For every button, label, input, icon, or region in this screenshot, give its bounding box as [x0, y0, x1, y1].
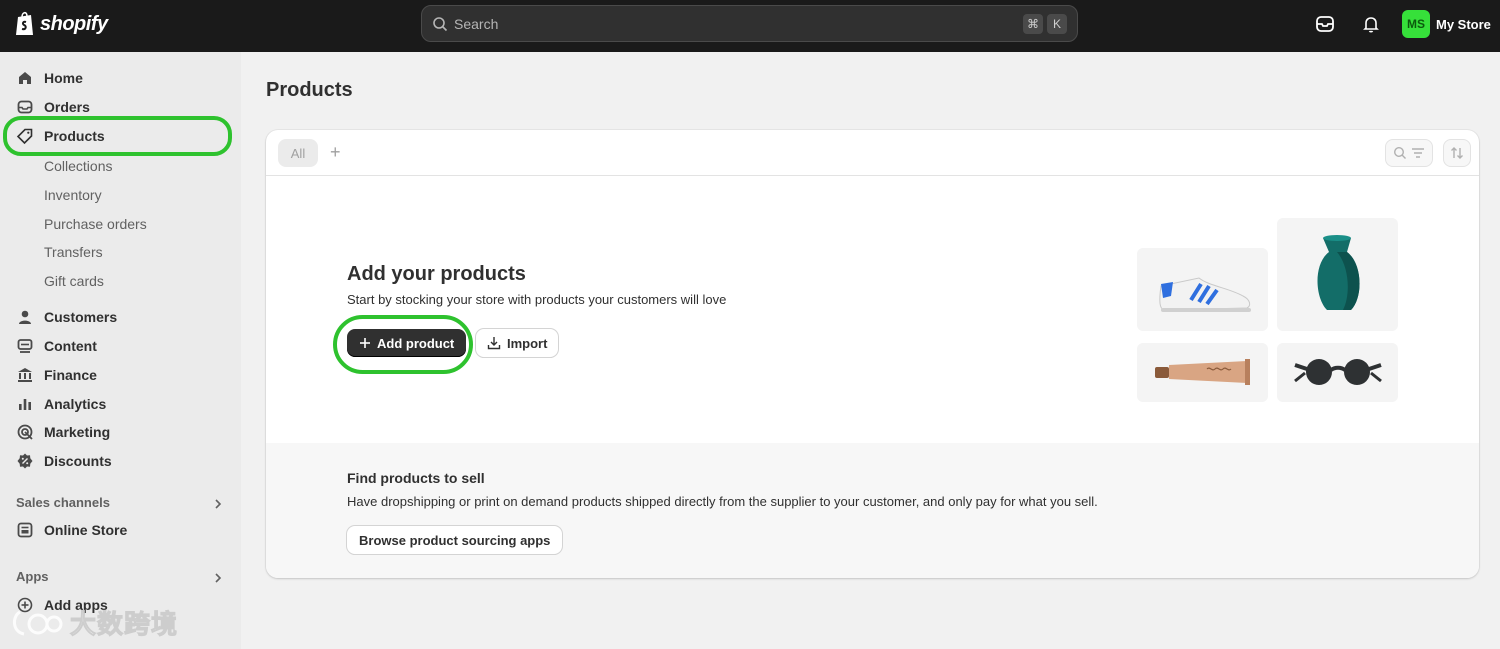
store-name: My Store — [1436, 16, 1491, 32]
browse-sourcing-apps-button[interactable]: Browse product sourcing apps — [347, 526, 563, 554]
store-icon — [17, 522, 33, 538]
bar-chart-icon — [19, 399, 31, 410]
find-products-description: Have dropshipping or print on demand pro… — [347, 494, 1098, 509]
sidebar-item-label: Home — [44, 70, 83, 86]
illustration-tile-sneaker — [1137, 248, 1268, 331]
bank-icon — [18, 368, 32, 382]
sidebar-subitem-purchase-orders[interactable]: Purchase orders — [44, 216, 147, 232]
sidebar-item-label: Customers — [44, 309, 118, 325]
sidebar-item-marketing[interactable]: Marketing — [16, 420, 110, 444]
sidebar-item-label: Finance — [44, 367, 97, 383]
import-icon — [487, 337, 501, 350]
brand-name: shopify — [40, 12, 108, 35]
sort-icon — [1451, 147, 1463, 159]
shopify-bag-icon — [16, 11, 33, 35]
chevron-right-icon[interactable] — [212, 572, 224, 584]
sidebar-item-label: Content — [44, 338, 97, 354]
search-bar[interactable]: Search ⌘ K — [421, 5, 1078, 42]
sidebar-item-finance[interactable]: Finance — [16, 363, 97, 387]
highlight-ring-products — [3, 116, 232, 156]
store-menu[interactable]: MS My Store — [1402, 10, 1491, 38]
sidebar-item-label: Discounts — [44, 453, 112, 469]
sidebar-item-label: Orders — [44, 99, 90, 115]
sidebar-item-discounts[interactable]: Discounts — [16, 449, 112, 473]
search-icon — [433, 16, 448, 31]
watermark: 大数跨境 — [10, 604, 178, 641]
sidebar-item-content[interactable]: Content — [16, 334, 97, 358]
illustration-tile-sunglasses — [1277, 343, 1398, 402]
sidebar-subitem-inventory[interactable]: Inventory — [44, 187, 102, 203]
find-products-section: Find products to sell Have dropshipping … — [266, 443, 1479, 578]
sort-button[interactable] — [1443, 139, 1471, 167]
sidebar-subitem-collections[interactable]: Collections — [44, 158, 112, 174]
sunglasses-icon — [1294, 359, 1382, 385]
illustration-tile-tube — [1137, 343, 1268, 402]
sidebar-item-customers[interactable]: Customers — [16, 305, 117, 329]
find-products-title: Find products to sell — [347, 470, 485, 486]
empty-state-description: Start by stocking your store with produc… — [347, 292, 727, 307]
content-icon — [17, 339, 33, 353]
bell-icon[interactable] — [1360, 13, 1382, 35]
view-tabs: All + — [266, 130, 1479, 176]
sidebar-item-label: Online Store — [44, 522, 128, 538]
section-label-apps[interactable]: Apps — [16, 569, 49, 584]
sidebar-item-label: Marketing — [44, 424, 111, 440]
chevron-right-icon[interactable] — [212, 498, 224, 510]
person-icon — [19, 310, 31, 324]
page-title: Products — [266, 79, 353, 101]
sidebar-item-home[interactable]: Home — [16, 66, 83, 90]
home-icon — [19, 72, 31, 84]
search-filter-button[interactable] — [1385, 139, 1433, 167]
discount-icon — [17, 453, 33, 469]
watermark-text: 大数跨境 — [69, 609, 179, 640]
sidebar-subitem-gift-cards[interactable]: Gift cards — [44, 273, 104, 289]
import-button[interactable]: Import — [476, 329, 559, 357]
sidebar-item-online-store[interactable]: Online Store — [16, 518, 127, 542]
illustration-tile-vase — [1277, 218, 1398, 331]
shortcut-key-k: K — [1047, 13, 1067, 34]
watermark-logo-icon — [13, 610, 63, 635]
tab-all[interactable]: All — [278, 139, 318, 167]
inbox-icon[interactable] — [1314, 13, 1336, 35]
inbox-icon — [17, 100, 33, 114]
add-view-button[interactable]: + — [330, 142, 341, 163]
vase-icon — [1317, 235, 1360, 310]
sneaker-icon — [1159, 277, 1251, 312]
empty-state-title: Add your products — [347, 263, 526, 285]
shopify-logo[interactable]: shopify — [14, 11, 108, 37]
avatar: MS — [1402, 10, 1430, 38]
section-label-sales-channels[interactable]: Sales channels — [16, 495, 110, 510]
highlight-ring-add-product — [333, 315, 473, 374]
filter-icon — [1412, 148, 1424, 158]
import-label: Import — [507, 335, 548, 351]
sidebar-item-label: Analytics — [44, 396, 107, 412]
search-placeholder: Search — [454, 15, 499, 32]
shortcut-key-cmd: ⌘ — [1023, 13, 1043, 34]
search-icon — [1393, 146, 1406, 159]
top-bar: shopify Search ⌘ K MS My Store — [0, 0, 1500, 52]
target-icon — [17, 424, 33, 440]
sidebar-item-analytics[interactable]: Analytics — [16, 392, 106, 416]
tube-icon — [1155, 359, 1250, 385]
sidebar-subitem-transfers[interactable]: Transfers — [44, 244, 103, 260]
